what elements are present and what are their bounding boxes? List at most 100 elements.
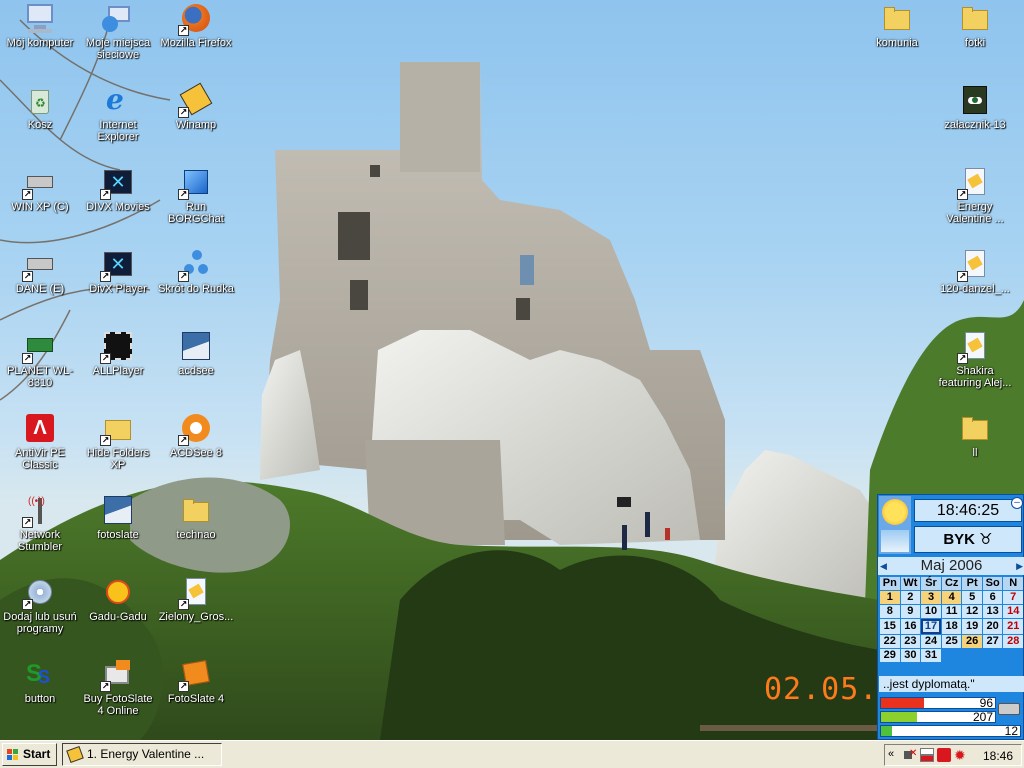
next-month-button[interactable]: ▶	[1016, 557, 1023, 575]
calendar-day[interactable]: 17	[921, 619, 941, 634]
desktop-icon-zielony-gros[interactable]: ↗ Zielony_Gros...	[156, 574, 236, 648]
calendar-day[interactable]: 18	[941, 619, 962, 634]
gadget-time-row: 18:46:25 – BYK ♉	[878, 495, 1024, 555]
calendar-day[interactable]: 23	[900, 635, 921, 648]
weekday-header: Pt	[962, 577, 982, 590]
taskbar-clock[interactable]: 18:46	[983, 749, 1013, 763]
desktop-icon-buy-fotoslate[interactable]: ↗ Buy FotoSlate 4 Online	[78, 656, 158, 730]
desktop-icon-energy-valentine[interactable]: ↗ Energy Valentine ...	[935, 164, 1015, 238]
desktop-icon-technao[interactable]: technao	[156, 492, 236, 566]
calendar-day[interactable]: 14	[1003, 605, 1023, 618]
desktop-icon-add-remove-programs[interactable]: ↗ Dodaj lub usuń programy	[0, 574, 80, 648]
desktop-icon-acdsee8[interactable]: ↗ ACDSee 8	[156, 410, 236, 484]
desktop-icon-borgchat[interactable]: ↗ Run BORGChat	[156, 164, 236, 238]
desktop-icon-network-shortcut[interactable]: ↗ Skrót do Rudka	[156, 246, 236, 320]
calendar-day[interactable]: 22	[880, 635, 900, 648]
calendar-day[interactable]: 11	[941, 605, 962, 618]
desktop[interactable]: Mój komputer Moje miejsca sieciowe ↗ Moz…	[0, 0, 1024, 740]
calendar-day[interactable]: 12	[962, 605, 982, 618]
calendar-day[interactable]: 21	[1003, 619, 1023, 634]
calendar-day[interactable]: 27	[982, 635, 1003, 648]
desktop-icon-allplayer[interactable]: ↗ ALLPlayer	[78, 328, 158, 402]
desktop-icon-danzel[interactable]: ↗ 120-danzel_...	[935, 246, 1015, 320]
desktop-icon-drive-e[interactable]: ↗ DANE (E)	[0, 246, 80, 320]
desktop-icon-antivir[interactable]: Λ AntiVir PE Classic	[0, 410, 80, 484]
calendar-day[interactable]: 8	[880, 605, 900, 618]
desktop-icon-button[interactable]: S S button	[0, 656, 80, 730]
shortcut-arrow-icon: ↗	[178, 681, 189, 692]
calendar-day[interactable]: 25	[941, 635, 962, 648]
desktop-icon-network-places[interactable]: Moje miejsca sieciowe	[78, 0, 158, 74]
weekday-header: Śr	[921, 577, 941, 590]
calendar-day[interactable]: 9	[900, 605, 921, 618]
stat-bar-value: 96	[979, 696, 993, 710]
calendar-week-row: 1234567	[880, 591, 1023, 604]
calendar-day[interactable]: 16	[900, 619, 921, 634]
desktop-icon-label: Network Stumbler	[17, 529, 63, 553]
desktop-icon-shakira[interactable]: ↗ Shakira featuring Alej...	[935, 328, 1015, 402]
desktop-icon-label: Dodaj lub usuń programy	[3, 611, 77, 635]
calendar-day[interactable]: 30	[900, 649, 921, 662]
desktop-icon-label: Skrót do Rudka	[158, 283, 234, 295]
taskbar-window-button[interactable]: 1. Energy Valentine ...	[62, 743, 222, 766]
desktop-icon-winamp[interactable]: ↗ Winamp	[156, 82, 236, 156]
desktop-icon-divx-player[interactable]: ✕ ↗ DivX Player	[78, 246, 158, 320]
desktop-icon-komunia[interactable]: komunia	[857, 0, 937, 74]
calendar-day[interactable]: 20	[982, 619, 1003, 634]
antivir-tray-icon[interactable]	[937, 748, 951, 762]
calendar-day[interactable]: 26	[962, 635, 982, 648]
folder-icon	[959, 2, 991, 34]
volume-muted-icon[interactable]: ✕	[903, 748, 917, 762]
calendar-day[interactable]: 19	[962, 619, 982, 634]
shortcut-arrow-icon: ↗	[957, 353, 968, 364]
desktop-icon-label: Hide Folders XP	[86, 447, 150, 471]
calendar-day[interactable]: 6	[982, 591, 1003, 604]
desktop-icon-ll[interactable]: ll	[935, 410, 1015, 484]
prev-month-button[interactable]: ◀	[880, 557, 887, 575]
calendar-day[interactable]: 31	[921, 649, 941, 662]
calendar-day[interactable]: 7	[1003, 591, 1023, 604]
winamp-file-icon: ↗	[957, 166, 991, 200]
desktop-icon-fotki[interactable]: fotki	[935, 0, 1015, 74]
calendar-day[interactable]: 1	[880, 591, 900, 604]
desktop-icon-hide-folders[interactable]: ↗ Hide Folders XP	[78, 410, 158, 484]
desktop-icon-fotoslate4[interactable]: ↗ FotoSlate 4	[156, 656, 236, 730]
calendar-day[interactable]: 24	[921, 635, 941, 648]
desktop-icon-fotoslate[interactable]: fotoslate	[78, 492, 158, 566]
language-flag-icon[interactable]	[920, 748, 934, 762]
tray-expand-button[interactable]: «	[888, 748, 894, 760]
desktop-icon-firefox[interactable]: ↗ Mozilla Firefox	[156, 0, 236, 74]
calendar-day[interactable]: 5	[962, 591, 982, 604]
stat-bar-value: 12	[1004, 724, 1018, 738]
start-button[interactable]: Start	[2, 743, 57, 766]
calendar-day[interactable]: 2	[900, 591, 921, 604]
desktop-icon-label: Gadu-Gadu	[89, 611, 147, 623]
desktop-icon-gadu-gadu[interactable]: Gadu-Gadu	[78, 574, 158, 648]
network-card-icon: ↗	[22, 330, 56, 364]
desktop-icon-internet-explorer[interactable]: e Internet Explorer	[78, 82, 158, 156]
desktop-icon-acdsee[interactable]: acdsee	[156, 328, 236, 402]
calendar-day[interactable]: 10	[921, 605, 941, 618]
minimize-gadget-button[interactable]: –	[1011, 497, 1023, 509]
desktop-icon-drive-c[interactable]: ↗ WIN XP (C)	[0, 164, 80, 238]
desktop-icon-network-stumbler[interactable]: ((•)) ↗ Network Stumbler	[0, 492, 80, 566]
winamp-icon: ↗	[178, 82, 213, 118]
desktop-icon-zalacznik[interactable]: załacznik-13	[935, 82, 1015, 156]
desktop-icon-divx-movies[interactable]: ✕ ↗ DIVX Movies	[78, 164, 158, 238]
calendar-day[interactable]: 3	[921, 591, 941, 604]
desktop-icon-recycle-bin[interactable]: ♻ Kosz	[0, 82, 80, 156]
calendar-day[interactable]: 29	[880, 649, 900, 662]
calendar-day[interactable]: 13	[982, 605, 1003, 618]
desktop-icon-planet-wl8310[interactable]: ↗ PLANET WL-8310	[0, 328, 80, 402]
desktop-icon-label: fotki	[964, 37, 986, 49]
calendar-day[interactable]: 28	[1003, 635, 1023, 648]
system-tray: « ✕ ✹ 18:46	[884, 744, 1022, 766]
stat-bar-2: 207	[880, 711, 996, 723]
calendar-day[interactable]: 4	[941, 591, 962, 604]
calendar-gadget[interactable]: 18:46:25 – BYK ♉ ◀ Maj 2006 ▶ Pn Wt Śr C…	[877, 494, 1024, 740]
desktop-icon-my-computer[interactable]: Mój komputer	[0, 0, 80, 74]
gear-red-tray-icon[interactable]: ✹	[954, 748, 968, 762]
fotoslate-icon	[102, 494, 134, 526]
desktop-icon-label: acdsee	[178, 365, 214, 377]
calendar-day[interactable]: 15	[880, 619, 900, 634]
